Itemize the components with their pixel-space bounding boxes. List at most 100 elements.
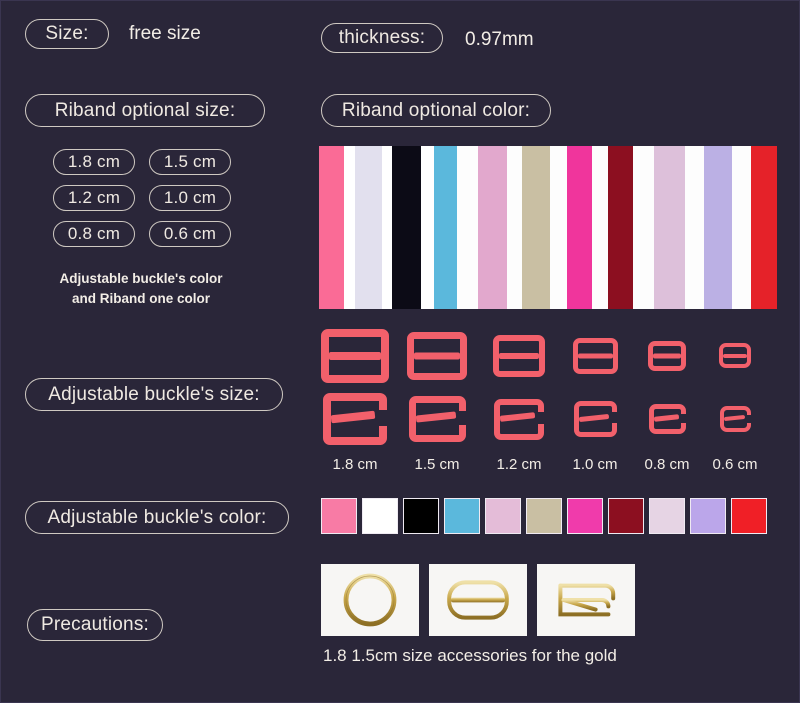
- gold-accessory-row: [321, 564, 645, 636]
- figure-eight-slider-icon: [493, 334, 545, 377]
- buckle-size-label: 0.8 cm: [644, 456, 690, 473]
- riband-color-band: [592, 146, 609, 309]
- hook-clasp-icon: [648, 404, 686, 435]
- thickness-label-text: thickness:: [338, 27, 426, 48]
- riband-size-option-label: 0.8 cm: [67, 224, 121, 243]
- hook-opening: [609, 412, 617, 424]
- buckle-color-swatch[interactable]: [567, 498, 603, 534]
- riband-size-option[interactable]: 1.8 cm: [53, 149, 135, 175]
- precautions-label-pill: Precautions:: [27, 609, 163, 641]
- hook-opening: [456, 411, 466, 426]
- hook-clasp-icon: [408, 396, 466, 443]
- buckle-color-swatch[interactable]: [649, 498, 685, 534]
- riband-color-band: [355, 146, 382, 309]
- riband-color-note-line2: and Riband one color: [71, 291, 210, 307]
- buckle-color-label-text: Adjustable buckle's color:: [47, 506, 267, 528]
- riband-color-band: [751, 146, 777, 309]
- buckle-size-column: 0.6 cm: [695, 323, 775, 473]
- buckle-size-column: 1.5 cm: [397, 323, 477, 473]
- buckle-color-swatch-row: [321, 498, 772, 534]
- figure-eight-slider-icon: [648, 340, 686, 371]
- buckle-color-swatch[interactable]: [526, 498, 562, 534]
- riband-color-band: [633, 146, 655, 309]
- buckle-color-label-pill: Adjustable buckle's color:: [25, 501, 289, 534]
- hook-clasp-icon: [719, 406, 751, 433]
- riband-size-option[interactable]: 1.0 cm: [149, 185, 231, 211]
- riband-size-option[interactable]: 1.2 cm: [53, 185, 135, 211]
- buckle-size-column: 1.0 cm: [555, 323, 635, 473]
- riband-size-option-label: 1.5 cm: [163, 152, 217, 171]
- buckle-color-swatch[interactable]: [321, 498, 357, 534]
- riband-color-band: [732, 146, 752, 309]
- riband-color-band: [434, 146, 458, 309]
- riband-color-band: [506, 146, 522, 309]
- size-label-pill: Size:: [25, 19, 109, 49]
- riband-size-option[interactable]: 1.5 cm: [149, 149, 231, 175]
- slider-center-bar: [723, 353, 747, 358]
- riband-size-option-label: 1.0 cm: [163, 188, 217, 207]
- riband-color-band: [608, 146, 634, 309]
- riband-color-band: [567, 146, 593, 309]
- gold-accessory-card: [429, 564, 527, 636]
- hook-tongue: [415, 411, 456, 423]
- buckle-size-label-text: Adjustable buckle's size:: [48, 383, 260, 405]
- riband-size-option-label: 0.6 cm: [163, 224, 217, 243]
- buckle-color-swatch[interactable]: [731, 498, 767, 534]
- slider-center-bar: [414, 352, 460, 360]
- figure-eight-slider-icon: [407, 331, 467, 380]
- slider-center-bar: [577, 353, 613, 359]
- riband-size-option[interactable]: 0.6 cm: [149, 221, 231, 247]
- riband-color-band: [703, 146, 733, 309]
- buckle-size-label: 1.2 cm: [496, 456, 542, 473]
- hook-tongue: [653, 414, 679, 422]
- buckle-color-swatch[interactable]: [362, 498, 398, 534]
- hook-tongue: [499, 412, 536, 423]
- figure-eight-slider-icon: [321, 328, 389, 383]
- riband-size-label-text: Riband optional size:: [54, 99, 236, 121]
- precautions-label-text: Precautions:: [40, 614, 149, 635]
- hook-tongue: [578, 413, 609, 422]
- hook-clasp-icon: [573, 401, 617, 438]
- product-spec-card: Size: free size thickness: 0.97mm Riband…: [0, 0, 800, 703]
- buckle-color-swatch[interactable]: [690, 498, 726, 534]
- buckle-size-column: 1.8 cm: [315, 323, 395, 473]
- hook-tongue: [723, 415, 745, 422]
- hook-opening: [536, 411, 544, 424]
- riband-color-band: [392, 146, 421, 309]
- gold-accessory-card: [537, 564, 635, 636]
- buckle-size-label: 1.0 cm: [572, 456, 618, 473]
- riband-color-label-pill: Riband optional color:: [321, 94, 551, 127]
- hook-clasp-icon: [542, 568, 630, 632]
- slider-center-bar: [499, 352, 539, 359]
- thickness-label-pill: thickness:: [321, 23, 443, 53]
- buckle-color-swatch[interactable]: [444, 498, 480, 534]
- hook-opening: [377, 410, 387, 427]
- hook-clasp-icon: [323, 393, 387, 446]
- gold-accessory-caption: 1.8 1.5cm size accessories for the gold: [323, 646, 617, 665]
- slider-center-bar: [329, 351, 381, 360]
- riband-color-label-text: Riband optional color:: [341, 99, 531, 121]
- buckle-color-swatch[interactable]: [403, 498, 439, 534]
- riband-color-band: [684, 146, 704, 309]
- riband-color-note: Adjustable buckle's color and Riband one…: [53, 269, 229, 310]
- riband-size-label-pill: Riband optional size:: [25, 94, 265, 127]
- buckle-size-label: 1.8 cm: [332, 456, 378, 473]
- riband-color-band: [477, 146, 507, 309]
- riband-color-band: [550, 146, 568, 309]
- riband-size-option[interactable]: 0.8 cm: [53, 221, 135, 247]
- riband-size-option-label: 1.8 cm: [67, 152, 121, 171]
- slider-center-bar: [653, 353, 681, 359]
- buckle-size-grid: 1.8 cm 1.5 cm 1.2 cm 1.0 cm 0.8 cm 0.6 cm: [319, 323, 779, 473]
- figure-eight-slider-icon: [572, 337, 618, 374]
- hook-opening: [678, 414, 686, 424]
- riband-color-band: [654, 146, 685, 309]
- buckle-size-column: 1.2 cm: [479, 323, 559, 473]
- gold-accessory-card: [321, 564, 419, 636]
- buckle-color-swatch[interactable]: [485, 498, 521, 534]
- riband-color-band: [457, 146, 478, 309]
- riband-color-note-line1: Adjustable buckle's color: [59, 271, 223, 286]
- riband-color-band: [521, 146, 551, 309]
- buckle-color-swatch[interactable]: [608, 498, 644, 534]
- riband-color-band: [343, 146, 356, 309]
- buckle-size-label: 1.5 cm: [414, 456, 460, 473]
